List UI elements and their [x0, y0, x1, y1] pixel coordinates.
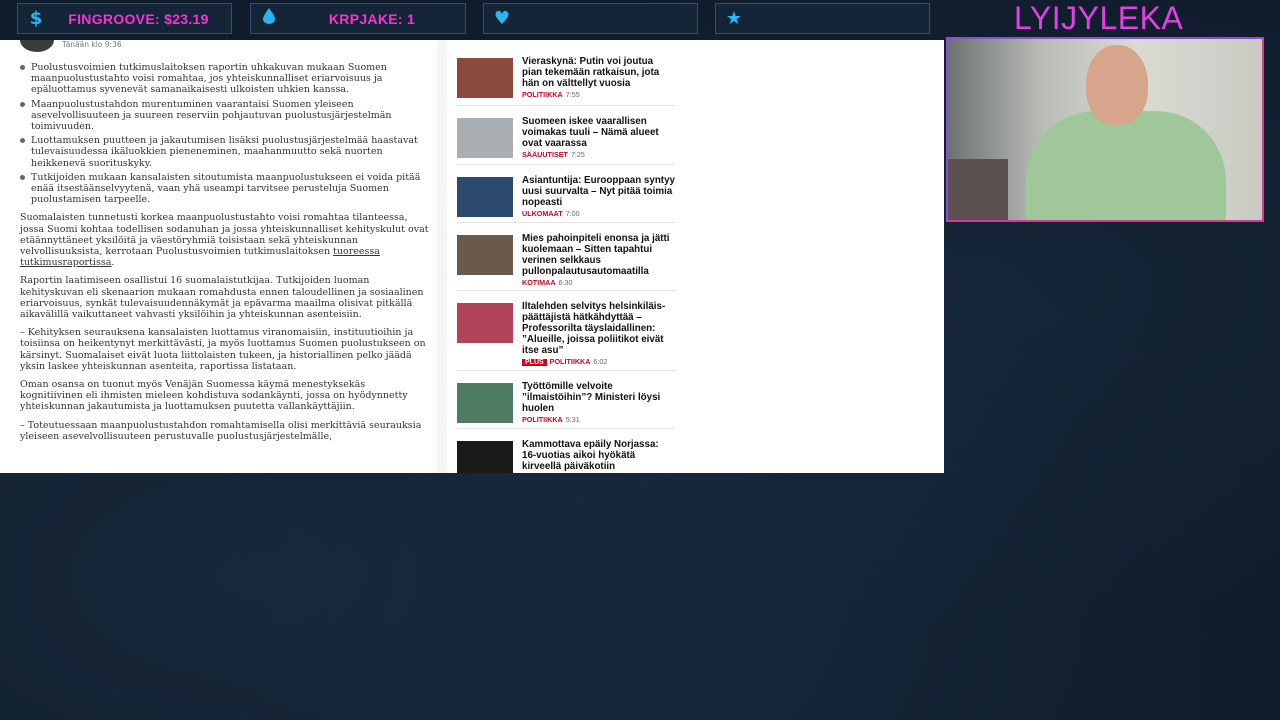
webcam-person-body [1026, 111, 1226, 220]
news-category[interactable]: POLITIIKKA [522, 415, 563, 424]
stat-box-star: ★ [715, 3, 930, 34]
news-time: 6:02 [593, 357, 608, 366]
stat-box-donation: $ FINGROOVE: $23.19 [17, 3, 232, 34]
news-item[interactable]: Työttömille velvoite ”ilmaistöihin”? Min… [457, 379, 675, 429]
news-meta: POLITIIKKA 5:31 [522, 415, 675, 424]
drop-icon [259, 8, 279, 29]
news-category[interactable]: ULKOMAAT [522, 209, 563, 218]
news-item[interactable]: Vieraskynä: Putin voi joutua pian tekemä… [457, 54, 675, 106]
news-category[interactable]: POLITIIKKA [522, 90, 563, 99]
news-title[interactable]: Iltalehden selvitys helsinkiläis-päättäj… [522, 299, 675, 356]
news-item[interactable]: Suomeen iskee vaarallisen voimakas tuuli… [457, 114, 675, 165]
webcam-person-head [1086, 45, 1148, 125]
latest-news-list: Vieraskynä: Putin voi joutua pian tekemä… [457, 54, 675, 473]
news-thumbnail[interactable] [457, 118, 513, 158]
news-time: 7:00 [565, 209, 580, 218]
news-item[interactable]: Asiantuntija: Eurooppaan syntyy uusi suu… [457, 173, 675, 223]
byline: Tänään klo 9:36 [20, 40, 430, 62]
news-meta: POLITIIKKA 7:55 [522, 90, 675, 99]
column-divider [437, 40, 447, 473]
news-title[interactable]: Mies pahoinpiteli enonsa ja jätti kuolem… [522, 231, 675, 277]
publish-time: Tänään klo 9:36 [62, 40, 122, 49]
summary-bullet: Tutkijoiden mukaan kansalaisten sitoutum… [20, 172, 430, 206]
news-thumbnail[interactable] [457, 303, 513, 343]
news-category[interactable]: KOTIMAA [522, 278, 556, 287]
article-paragraph: Suomalaisten tunnetusti korkea maanpuolu… [20, 212, 430, 268]
browser-page[interactable]: Tänään klo 9:36 Puolustusvoimien tutkimu… [0, 40, 944, 473]
author-avatar[interactable] [20, 40, 54, 52]
news-time: 5:31 [565, 415, 580, 424]
news-thumbnail[interactable] [457, 177, 513, 217]
news-category[interactable]: POLITIIKKA [550, 357, 591, 366]
article-paragraph: Raportin laatimiseen osallistui 16 suoma… [20, 275, 424, 321]
news-thumbnail[interactable] [457, 235, 513, 275]
stat-text-donation: FINGROOVE: $23.19 [68, 10, 209, 27]
news-thumbnail[interactable] [457, 383, 513, 423]
news-thumbnail[interactable] [457, 441, 513, 473]
news-time: 7:25 [570, 150, 585, 159]
streamer-name: LYIJYLEKA [1014, 0, 1184, 36]
news-title[interactable]: Vieraskynä: Putin voi joutua pian tekemä… [522, 54, 675, 89]
news-thumbnail[interactable] [457, 58, 513, 98]
heart-icon: ♥ [493, 8, 511, 29]
news-time: 6:30 [558, 278, 573, 287]
summary-bullet: Puolustusvoimien tutkimuslaitoksen rapor… [20, 62, 430, 96]
summary-bullets: Puolustusvoimien tutkimuslaitoksen rapor… [20, 62, 430, 205]
news-time: 7:55 [565, 90, 580, 99]
plus-badge: PLUS [522, 359, 547, 366]
summary-bullet: Luottamuksen puutteen ja jakautumisen li… [20, 135, 430, 169]
webcam-feed [946, 37, 1264, 222]
news-item[interactable]: Mies pahoinpiteli enonsa ja jätti kuolem… [457, 231, 675, 291]
news-meta: PLUS POLITIIKKA 6:02 [522, 357, 675, 366]
article-body: Tänään klo 9:36 Puolustusvoimien tutkimu… [20, 40, 430, 442]
article-paragraph: – Toteutuessaan maanpuolustustahdon roma… [20, 419, 422, 442]
news-title[interactable]: Kammottava epäily Norjassa: 16-vuotias a… [522, 437, 675, 472]
news-meta: KOTIMAA 6:30 [522, 278, 675, 287]
paragraph-end: . [111, 257, 115, 269]
dollar-icon: $ [29, 8, 43, 29]
stat-text-subscriber: KRPJAKE: 1 [328, 10, 416, 27]
webcam-background-shelf [948, 159, 1008, 220]
news-item[interactable]: Kammottava epäily Norjassa: 16-vuotias a… [457, 437, 675, 473]
summary-bullet: Maanpuolustustahdon murentuminen vaarant… [20, 99, 430, 133]
star-icon: ★ [725, 8, 743, 29]
news-category[interactable]: SÄÄUUTISET [522, 150, 568, 159]
article-paragraph: Oman osansa on tuonut myös Venäjän Suome… [20, 379, 408, 413]
stat-box-subscriber: KRPJAKE: 1 [250, 3, 466, 34]
news-title[interactable]: Asiantuntija: Eurooppaan syntyy uusi suu… [522, 173, 675, 208]
news-meta: SÄÄUUTISET 7:25 [522, 150, 675, 159]
stat-box-follower: ♥ [483, 3, 698, 34]
news-title[interactable]: Suomeen iskee vaarallisen voimakas tuuli… [522, 114, 675, 149]
article-paragraph: – Kehityksen seurauksena kansalaisten lu… [20, 327, 426, 372]
news-meta: ULKOMAAT 7:00 [522, 209, 675, 218]
news-title[interactable]: Työttömille velvoite ”ilmaistöihin”? Min… [522, 379, 675, 414]
news-item[interactable]: Iltalehden selvitys helsinkiläis-päättäj… [457, 299, 675, 371]
